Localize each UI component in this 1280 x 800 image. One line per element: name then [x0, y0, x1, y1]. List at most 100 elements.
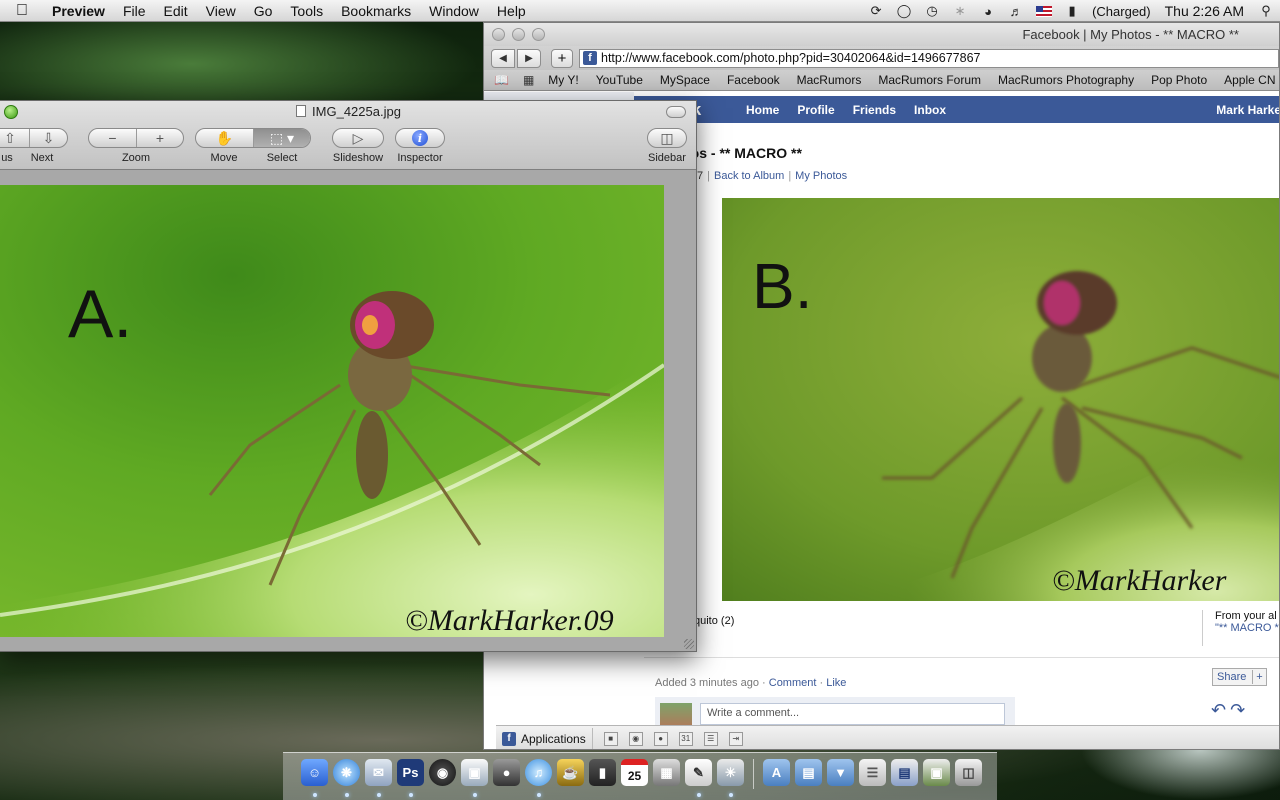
itunes-icon[interactable]: ♫	[525, 759, 552, 786]
resize-handle[interactable]	[684, 639, 694, 649]
back-to-album-link[interactable]: Back to Album	[714, 170, 784, 182]
zoom-label: Zoom	[121, 152, 151, 164]
photoshop-icon[interactable]: Ps	[397, 759, 424, 786]
select-tool-button[interactable]: ⬚ ▾	[253, 129, 310, 147]
aperture-icon[interactable]: ◉	[429, 759, 456, 786]
unknown-app-icon[interactable]: ▮	[589, 759, 616, 786]
facebook-photo[interactable]: B. ©MarkHarker	[722, 198, 1279, 601]
video-app-icon[interactable]: ◉	[628, 731, 643, 746]
menu-window[interactable]: Window	[420, 3, 488, 19]
events-app-icon[interactable]: 31	[678, 731, 693, 746]
spotlight-search-icon[interactable]: ⚲	[1258, 3, 1274, 19]
links-app-icon[interactable]: ⇥	[728, 731, 743, 746]
bookmark-macrumors-photography[interactable]: MacRumors Photography	[998, 73, 1134, 87]
trash-icon[interactable]: ◫	[955, 759, 982, 786]
menu-go[interactable]: Go	[245, 3, 282, 19]
my-photos-link[interactable]: My Photos	[795, 170, 847, 182]
apple-menu-icon[interactable]: 	[0, 2, 44, 20]
running-indicator	[729, 793, 733, 797]
chat-icon[interactable]: ◯	[896, 3, 912, 19]
groups-app-icon[interactable]: ●	[653, 731, 668, 746]
wifi-icon[interactable]: ◕	[980, 3, 996, 19]
textedit-icon[interactable]: ✎	[685, 759, 712, 786]
dock-icons: ☺ ❋ ✉ Ps ◉ ▣ ● ♫ ☕ ▮ 25 ▦ ✎ ☀ A ▤ ▼ ☰ ▤ …	[301, 759, 982, 789]
toolbar-toggle-button[interactable]	[666, 106, 686, 118]
bookmark-macrumors[interactable]: MacRumors	[797, 73, 862, 87]
preview-icon[interactable]: ▣	[461, 759, 488, 786]
preview-image[interactable]: A. ©MarkHarker.09	[0, 185, 664, 637]
bookmark-myspace[interactable]: MySpace	[660, 73, 710, 87]
top-sites-grid-icon[interactable]: ▦	[523, 73, 534, 87]
menu-tools[interactable]: Tools	[281, 3, 332, 19]
comment-input[interactable]: Write a comment...	[700, 703, 1005, 725]
volume-icon[interactable]: ♬	[1008, 3, 1024, 19]
sidebar-button[interactable]: ◫	[648, 129, 686, 147]
bluetooth-icon[interactable]: ∗	[952, 3, 968, 19]
minimize-button[interactable]	[512, 28, 525, 41]
inspector-button[interactable]: i	[396, 129, 444, 147]
from-album-link[interactable]: "** MACRO *	[1215, 622, 1279, 634]
applications-button[interactable]: f Applications	[496, 727, 593, 749]
downloads-folder-icon[interactable]: ▼	[827, 759, 854, 786]
preview-filename: IMG_4225a.jpg	[312, 104, 401, 119]
safari-icon[interactable]: ❋	[333, 759, 360, 786]
menu-clock[interactable]: Thu 2:26 AM	[1165, 3, 1244, 19]
menu-help[interactable]: Help	[488, 3, 535, 19]
bookmark-youtube[interactable]: YouTube	[596, 73, 643, 87]
image-file-icon[interactable]: ▣	[923, 759, 950, 786]
battery-status[interactable]: (Charged)	[1092, 4, 1151, 19]
zoom-in-button[interactable]: +	[136, 129, 183, 147]
photoshop-file-icon[interactable]: ▤	[891, 759, 918, 786]
move-tool-button[interactable]: ✋	[196, 129, 253, 147]
like-link[interactable]: Like	[826, 677, 846, 689]
mail-icon[interactable]: ✉	[365, 759, 392, 786]
ical-icon[interactable]: 25	[621, 759, 648, 786]
rotate-left-icon[interactable]: ↶	[1211, 700, 1230, 720]
drink-icon[interactable]: ☕	[557, 759, 584, 786]
browser-titlebar[interactable]: Facebook | My Photos - ** MACRO **	[484, 23, 1279, 46]
bookmark-my-y[interactable]: My Y!	[548, 73, 578, 87]
photos-app-icon[interactable]: ■	[603, 731, 618, 746]
close-button[interactable]	[492, 28, 505, 41]
previous-button[interactable]: ⇧	[0, 129, 29, 147]
slideshow-button[interactable]: ▷	[333, 129, 383, 147]
photo-booth-icon[interactable]: ▦	[653, 759, 680, 786]
iphoto-icon[interactable]: ☀	[717, 759, 744, 786]
nav-profile[interactable]: Profile	[797, 103, 834, 117]
time-machine-icon[interactable]: ◷	[924, 3, 940, 19]
menu-app-preview[interactable]: Preview	[44, 3, 114, 19]
bookmark-macrumors-forum[interactable]: MacRumors Forum	[878, 73, 981, 87]
bookmark-apple-cn[interactable]: Apple CN	[1224, 73, 1275, 87]
bookmarks-book-icon[interactable]: 📖	[494, 73, 509, 87]
menu-view[interactable]: View	[197, 3, 245, 19]
applications-folder-icon[interactable]: A	[763, 759, 790, 786]
camera-icon[interactable]: ●	[493, 759, 520, 786]
notes-app-icon[interactable]: ☰	[703, 731, 718, 746]
bookmark-pop-photo[interactable]: Pop Photo	[1151, 73, 1207, 87]
menu-file[interactable]: File	[114, 3, 155, 19]
zoom-button[interactable]	[532, 28, 545, 41]
bookmark-facebook[interactable]: Facebook	[727, 73, 780, 87]
zoom-out-button[interactable]: −	[89, 129, 136, 147]
back-button[interactable]: ◀	[491, 48, 515, 68]
add-bookmark-button[interactable]: +	[551, 48, 573, 68]
share-button[interactable]: Share +	[1212, 668, 1267, 686]
sync-icon[interactable]: ⟳	[868, 3, 884, 19]
inspector-group: i	[395, 128, 445, 148]
nav-inbox[interactable]: Inbox	[914, 103, 946, 117]
finder-icon[interactable]: ☺	[301, 759, 328, 786]
comment-link[interactable]: Comment	[769, 677, 817, 689]
battery-icon[interactable]: ▮	[1064, 3, 1080, 19]
forward-button[interactable]: ▶	[517, 48, 541, 68]
nav-friends[interactable]: Friends	[853, 103, 896, 117]
menu-edit[interactable]: Edit	[155, 3, 197, 19]
rotate-right-icon[interactable]: ↷	[1230, 700, 1249, 720]
stack-icon[interactable]: ☰	[859, 759, 886, 786]
next-button[interactable]: ⇩	[29, 129, 67, 147]
menu-bookmarks[interactable]: Bookmarks	[332, 3, 420, 19]
address-bar[interactable]: f http://www.facebook.com/photo.php?pid=…	[579, 48, 1279, 68]
documents-folder-icon[interactable]: ▤	[795, 759, 822, 786]
input-source-flag-icon[interactable]	[1036, 5, 1053, 17]
nav-home[interactable]: Home	[746, 103, 779, 117]
nav-user-name[interactable]: Mark Harke	[1216, 103, 1279, 117]
